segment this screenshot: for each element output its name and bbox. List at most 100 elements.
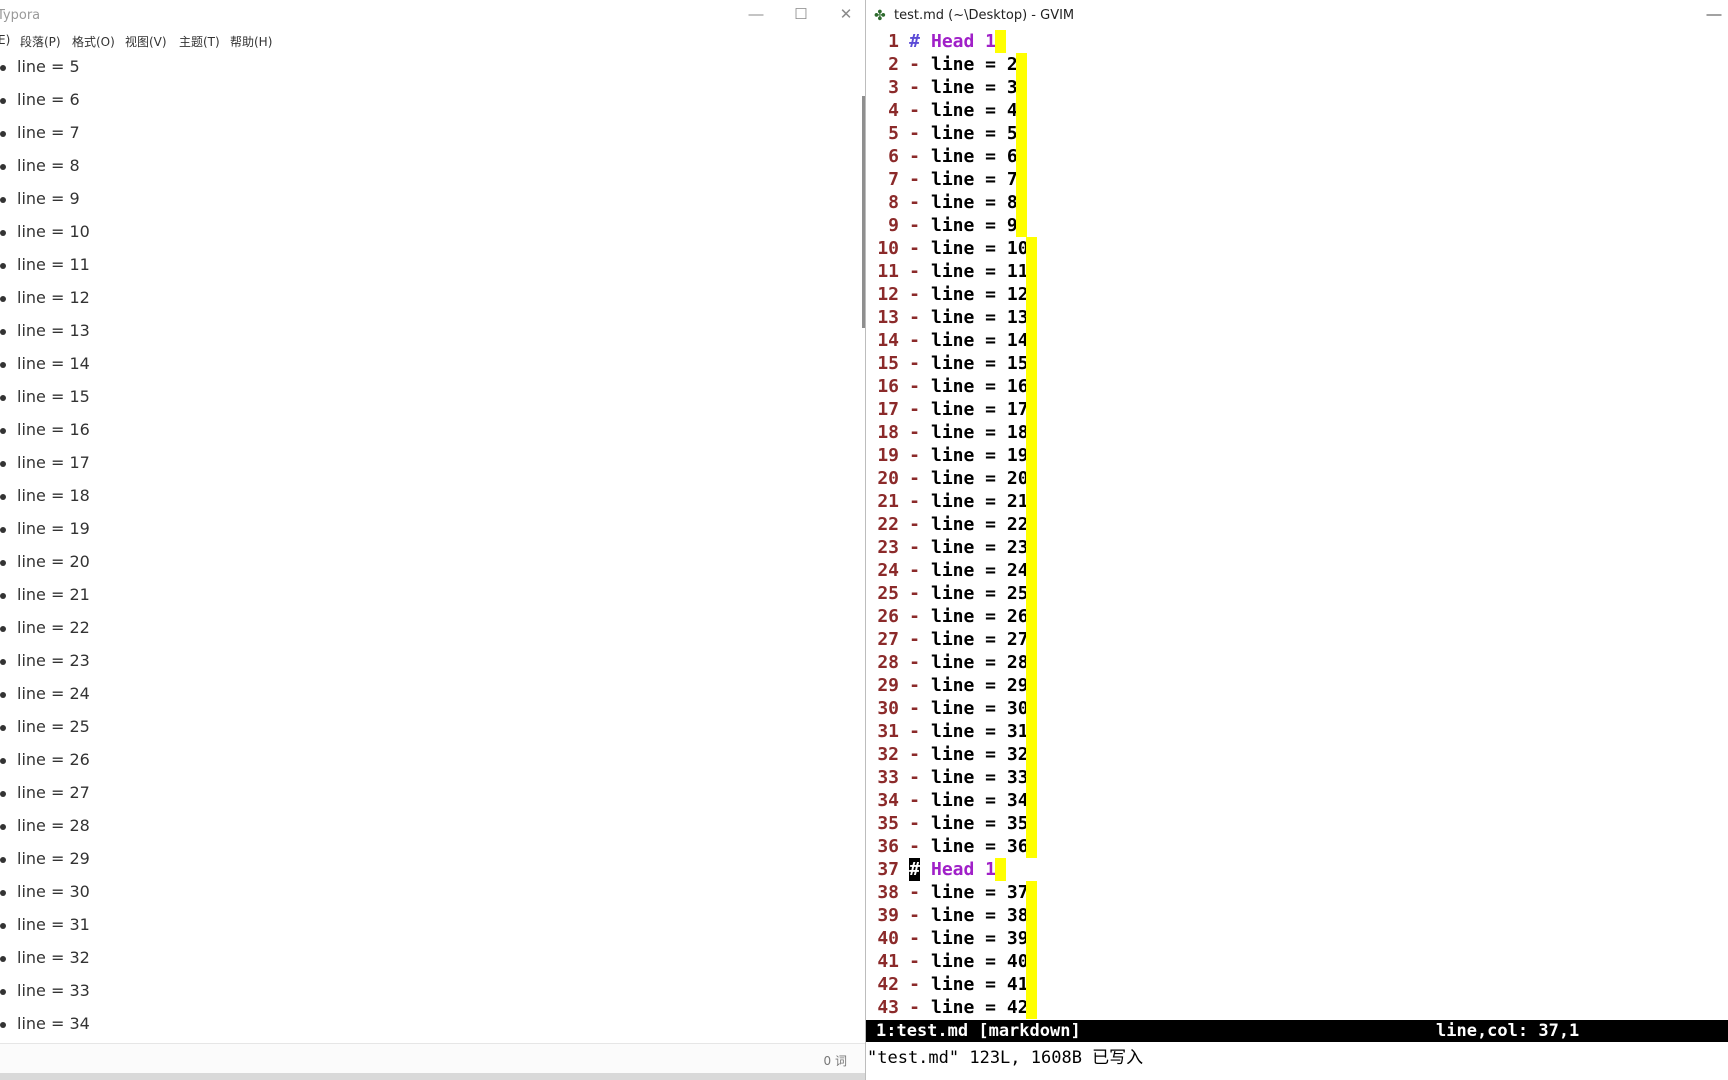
buffer-line[interactable]: 26- line = 26 xyxy=(866,605,1728,628)
buffer-line[interactable]: 41- line = 40 xyxy=(866,950,1728,973)
list-item[interactable]: line = 18 xyxy=(0,481,400,514)
list-item[interactable]: line = 15 xyxy=(0,382,400,415)
buffer-line[interactable]: 27- line = 27 xyxy=(866,628,1728,651)
list-item[interactable]: line = 26 xyxy=(0,745,400,778)
buffer-line[interactable]: 38- line = 37 xyxy=(866,881,1728,904)
buffer-line[interactable]: 43- line = 42 xyxy=(866,996,1728,1019)
list-item[interactable]: line = 12 xyxy=(0,283,400,316)
list-item[interactable]: line = 34 xyxy=(0,1009,400,1040)
list-item[interactable]: line = 23 xyxy=(0,646,400,679)
list-item[interactable]: line = 24 xyxy=(0,679,400,712)
buffer-line[interactable]: 20- line = 20 xyxy=(866,467,1728,490)
buffer-line[interactable]: 18- line = 18 xyxy=(866,421,1728,444)
buffer-line[interactable]: 23- line = 23 xyxy=(866,536,1728,559)
list-item-text: line = 5 xyxy=(17,57,80,76)
buffer-line[interactable]: 28- line = 28 xyxy=(866,651,1728,674)
list-item[interactable]: line = 29 xyxy=(0,844,400,877)
buffer-line[interactable]: 39- line = 38 xyxy=(866,904,1728,927)
menu-paragraph[interactable]: 段落(P) xyxy=(20,33,61,50)
maximize-button[interactable]: ☐ xyxy=(786,4,816,26)
buffer-line[interactable]: 33- line = 33 xyxy=(866,766,1728,789)
menu-format[interactable]: 格式(O) xyxy=(72,33,115,50)
buffer-line[interactable]: 10- line = 10 xyxy=(866,237,1728,260)
buffer-line[interactable]: 31- line = 31 xyxy=(866,720,1728,743)
buffer-line[interactable]: 2- line = 2 xyxy=(866,53,1728,76)
bullet-icon xyxy=(0,626,6,632)
buffer-line[interactable]: 32- line = 32 xyxy=(866,743,1728,766)
buffer-line[interactable]: 36- line = 36 xyxy=(866,835,1728,858)
buffer-line[interactable]: 37 # Head 1 xyxy=(866,858,1728,881)
buffer-line[interactable]: 8- line = 8 xyxy=(866,191,1728,214)
line-number: 14 xyxy=(877,330,899,351)
list-item[interactable]: line = 14 xyxy=(0,349,400,382)
buffer-line[interactable]: 5- line = 5 xyxy=(866,122,1728,145)
list-item[interactable]: line = 31 xyxy=(0,910,400,943)
list-item[interactable]: line = 11 xyxy=(0,250,400,283)
list-item[interactable]: line = 16 xyxy=(0,415,400,448)
buffer-line[interactable]: 11- line = 11 xyxy=(866,260,1728,283)
list-item[interactable]: line = 13 xyxy=(0,316,400,349)
minimize-button[interactable]: — xyxy=(741,4,771,26)
buffer-line[interactable]: 19- line = 19 xyxy=(866,444,1728,467)
buffer-line[interactable]: 22- line = 22 xyxy=(866,513,1728,536)
list-item[interactable]: line = 19 xyxy=(0,514,400,547)
buffer-line[interactable]: 17- line = 17 xyxy=(866,398,1728,421)
buffer-line[interactable]: 25- line = 25 xyxy=(866,582,1728,605)
menu-theme[interactable]: 主题(T) xyxy=(179,33,220,50)
buffer-line[interactable]: 14- line = 14 xyxy=(866,329,1728,352)
buffer-line[interactable]: 13- line = 13 xyxy=(866,306,1728,329)
buffer-line[interactable]: 34- line = 34 xyxy=(866,789,1728,812)
buffer-line[interactable]: 3- line = 3 xyxy=(866,76,1728,99)
bullet-icon xyxy=(0,65,6,71)
buffer-line[interactable]: 4- line = 4 xyxy=(866,99,1728,122)
buffer-line[interactable]: 40- line = 39 xyxy=(866,927,1728,950)
buffer-line[interactable]: 7- line = 7 xyxy=(866,168,1728,191)
line-number: 10 xyxy=(877,238,899,259)
list-item[interactable]: line = 5 xyxy=(0,52,400,85)
line-text: line = 32 xyxy=(931,744,1029,765)
close-button[interactable]: ✕ xyxy=(831,4,861,26)
buffer-line[interactable]: 29- line = 29 xyxy=(866,674,1728,697)
minimize-button[interactable]: — xyxy=(1701,4,1727,26)
buffer-line[interactable]: 9- line = 9 xyxy=(866,214,1728,237)
list-item[interactable]: line = 27 xyxy=(0,778,400,811)
line-marker: - xyxy=(909,169,920,190)
trailing-whitespace-highlight xyxy=(1015,76,1027,99)
list-item[interactable]: line = 25 xyxy=(0,712,400,745)
list-item[interactable]: line = 10 xyxy=(0,217,400,250)
line-marker: - xyxy=(909,698,920,719)
vim-cmdline[interactable]: "test.md" 123L, 1608B 已写入 xyxy=(866,1043,1728,1080)
list-item[interactable]: line = 21 xyxy=(0,580,400,613)
list-item[interactable]: line = 9 xyxy=(0,184,400,217)
list-item[interactable]: line = 20 xyxy=(0,547,400,580)
vim-buffer[interactable]: 1 # Head 1 2- line = 2 3- line = 3 4- line = 45-… xyxy=(866,30,1728,1020)
buffer-line[interactable]: 21- line = 21 xyxy=(866,490,1728,513)
list-item[interactable]: line = 8 xyxy=(0,151,400,184)
buffer-line[interactable]: 42- line = 41 xyxy=(866,973,1728,996)
word-count[interactable]: 0 词 xyxy=(824,1052,847,1069)
buffer-line[interactable]: 35- line = 35 xyxy=(866,812,1728,835)
list-item[interactable]: line = 17 xyxy=(0,448,400,481)
buffer-line[interactable]: 15- line = 15 xyxy=(866,352,1728,375)
list-item[interactable]: line = 28 xyxy=(0,811,400,844)
list-item[interactable]: line = 7 xyxy=(0,118,400,151)
line-text: line = 21 xyxy=(931,491,1029,512)
buffer-line[interactable]: 30- line = 30 xyxy=(866,697,1728,720)
buffer-line[interactable]: 16- line = 16 xyxy=(866,375,1728,398)
buffer-line[interactable]: 24- line = 24 xyxy=(866,559,1728,582)
trailing-whitespace-highlight xyxy=(1026,467,1038,490)
list-item[interactable]: line = 22 xyxy=(0,613,400,646)
list-item[interactable]: line = 6 xyxy=(0,85,400,118)
list-item[interactable]: line = 30 xyxy=(0,877,400,910)
menu-help[interactable]: 帮助(H) xyxy=(230,33,272,50)
trailing-whitespace-highlight xyxy=(1026,674,1038,697)
buffer-line[interactable]: 6- line = 6 xyxy=(866,145,1728,168)
typora-document[interactable]: line = 5 line = 6 line = 7 line = 8 line = 9… xyxy=(0,52,855,1040)
line-text: line = 14 xyxy=(931,330,1029,351)
list-item[interactable]: line = 33 xyxy=(0,976,400,1009)
menu-view[interactable]: 视图(V) xyxy=(125,33,167,50)
list-item[interactable]: line = 32 xyxy=(0,943,400,976)
buffer-line[interactable]: 1 # Head 1 xyxy=(866,30,1728,53)
buffer-line[interactable]: 12- line = 12 xyxy=(866,283,1728,306)
menu-edit[interactable]: E) xyxy=(0,33,10,47)
